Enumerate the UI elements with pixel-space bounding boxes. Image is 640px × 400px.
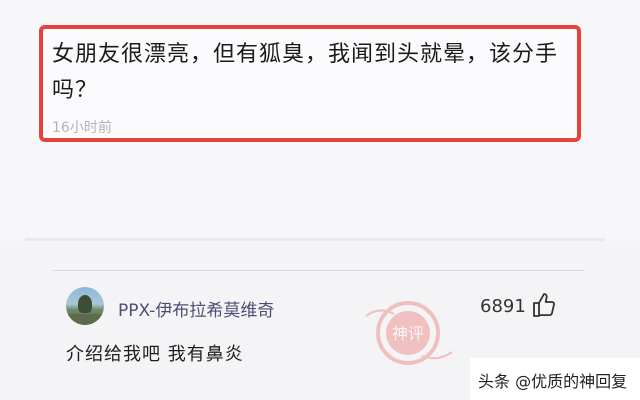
post-timestamp: 16小时前 <box>52 120 112 136</box>
comment-username[interactable]: PPX-伊布拉希莫维奇 <box>118 296 274 321</box>
post-title[interactable]: 女朋友很漂亮，但有狐臭，我闻到头就晕，该分手吗？ <box>52 37 572 109</box>
avatar[interactable] <box>66 287 104 325</box>
avatar-ground <box>66 314 104 325</box>
watermark-text: 头条 @优质的神回复 <box>478 372 628 391</box>
avatar-tree <box>78 295 92 313</box>
stamp-label: 神评 <box>392 324 424 343</box>
thumbs-up-icon[interactable] <box>532 292 556 318</box>
comment-text[interactable]: 介绍给我吧 我有鼻炎 <box>66 340 244 366</box>
like-count: 6891 <box>480 296 526 317</box>
post-card[interactable]: 女朋友很漂亮，但有狐臭，我闻到头就晕，该分手吗？ 16小时前 <box>0 0 640 240</box>
hot-comment-stamp-icon: 神评 <box>365 301 453 365</box>
comment-divider <box>52 270 584 271</box>
